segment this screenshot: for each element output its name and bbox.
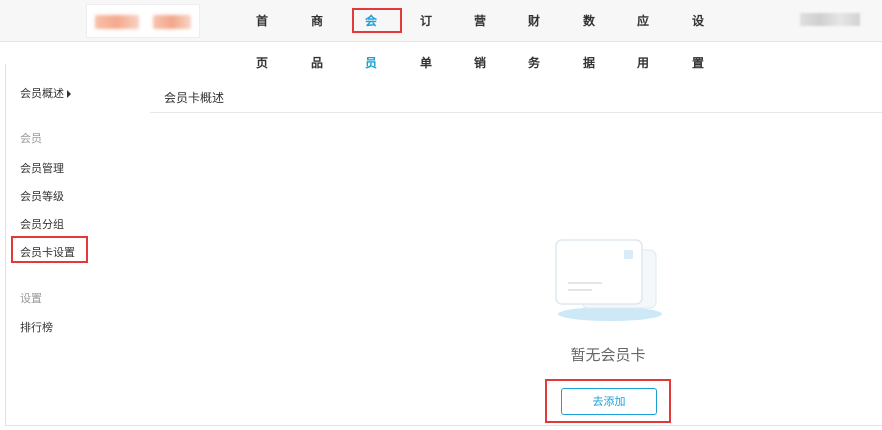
sidebar-item-ranking[interactable]: 排行榜 — [20, 319, 53, 335]
sidebar-group-settings: 设置 — [20, 292, 42, 305]
nav-item-products[interactable]: 商品 — [311, 0, 323, 70]
content-border-left — [5, 64, 6, 426]
user-account-blurred[interactable] — [800, 13, 860, 26]
page-title: 会员卡概述 — [164, 91, 225, 105]
nav-item-orders[interactable]: 订单 — [420, 0, 432, 70]
nav-item-data[interactable]: 数据 — [583, 0, 595, 70]
nav-item-home[interactable]: 首页 — [256, 0, 268, 70]
title-divider — [150, 112, 882, 113]
nav-item-settings[interactable]: 设置 — [692, 0, 704, 70]
nav-item-finance[interactable]: 财务 — [528, 0, 540, 70]
logo-blurred-text — [153, 15, 191, 29]
empty-state-text: 暂无会员卡 — [570, 346, 646, 364]
add-button-highlight-box — [545, 379, 671, 423]
sidebar-selected-highlight-box — [11, 236, 88, 263]
nav-item-apps[interactable]: 应用 — [637, 0, 649, 70]
sidebar-item-member-management[interactable]: 会员管理 — [20, 160, 64, 176]
sidebar-group-member: 会员 — [20, 132, 42, 145]
top-navbar: 首页 商品 会员 订单 营销 财务 数据 应用 设置 — [0, 0, 882, 70]
caret-right-icon — [67, 90, 71, 98]
sidebar-item-member-group[interactable]: 会员分组 — [20, 216, 64, 232]
nav-active-highlight-box — [352, 8, 402, 33]
sidebar-item-member-level[interactable]: 会员等级 — [20, 188, 64, 204]
nav-item-marketing[interactable]: 营销 — [474, 0, 486, 70]
empty-card-illustration-icon — [555, 239, 662, 321]
sidebar-item-overview-label: 会员概述 — [20, 87, 64, 100]
content-border-bottom — [5, 425, 882, 426]
sidebar-item-overview[interactable]: 会员概述 — [20, 85, 71, 101]
logo-blurred-mark — [95, 15, 139, 29]
logo[interactable] — [86, 4, 200, 38]
